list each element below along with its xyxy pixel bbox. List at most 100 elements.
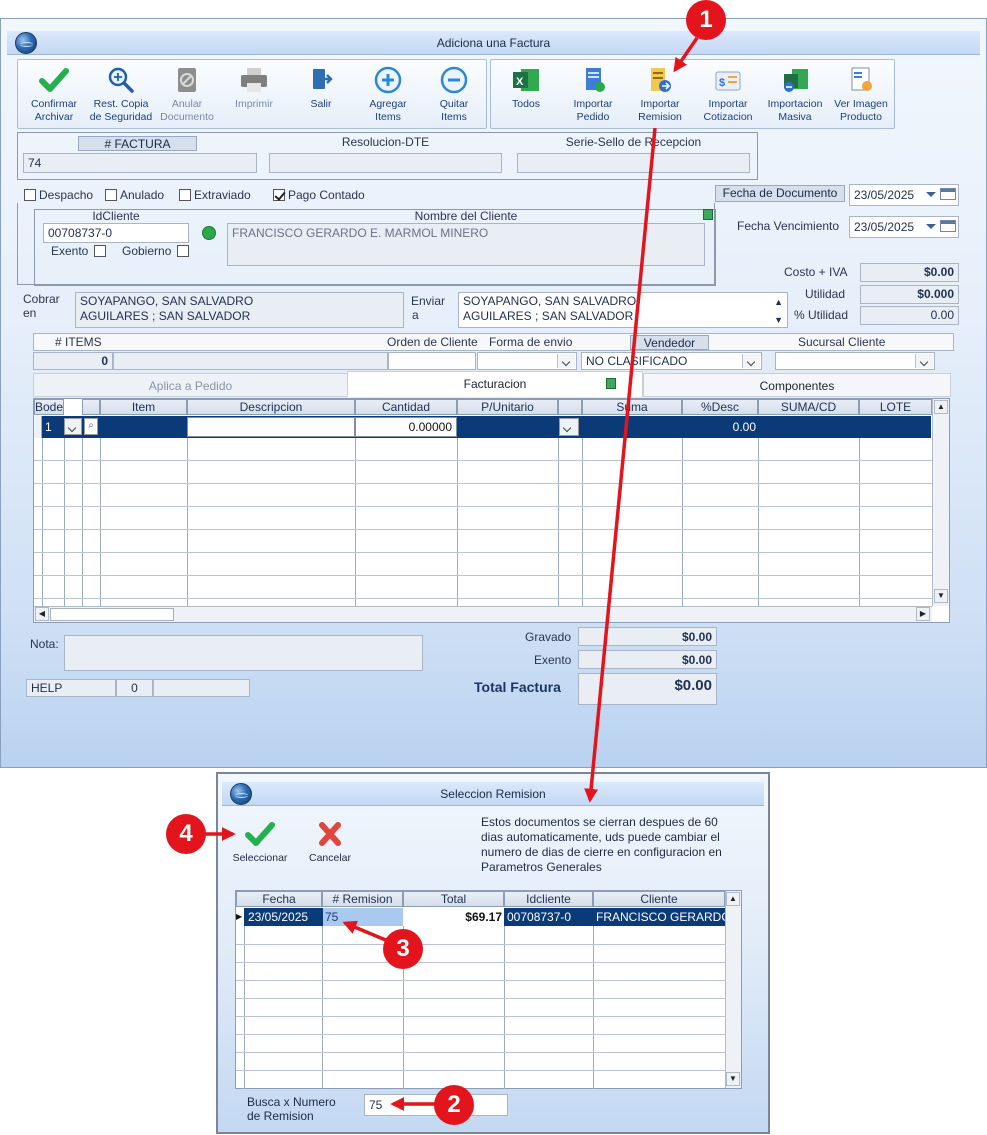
descripcion-input[interactable] — [187, 417, 355, 437]
tab-aplica-pedido[interactable]: Aplica a Pedido — [33, 373, 348, 397]
extraviado-checkbox[interactable]: Extraviado — [179, 188, 251, 202]
exento-check-box[interactable] — [93, 245, 106, 257]
grid-header-remision[interactable]: # Remision — [322, 891, 403, 907]
grid-header-lote[interactable]: LOTE — [859, 399, 932, 415]
imprimir-button[interactable]: Imprimir — [222, 64, 286, 128]
bodega-dropdown[interactable] — [64, 418, 82, 435]
grid-header-cantidad[interactable]: Cantidad — [355, 399, 457, 415]
forma-envio-select[interactable] — [477, 352, 577, 370]
todos-button[interactable]: X Todos — [495, 64, 557, 128]
tab-componentes[interactable]: Componentes — [643, 373, 951, 397]
lookup-icon[interactable]: ⌕ — [84, 418, 98, 435]
salir-button[interactable]: Salir — [290, 64, 352, 128]
anulado-check-box[interactable] — [105, 189, 117, 201]
grid-header-bodega[interactable]: Bodega — [34, 399, 64, 415]
scroll-left-icon[interactable]: ◀ — [35, 607, 49, 621]
confirmar-label-1: Confirmar — [30, 98, 78, 110]
idcliente-field[interactable]: 00708737-0 — [43, 223, 189, 243]
chevron-down-icon[interactable] — [915, 354, 933, 368]
remision-grid-scrollbar[interactable]: ▲ ▼ — [725, 891, 741, 1088]
anular-documento-button[interactable]: Anular Documento — [156, 64, 218, 128]
gobierno-checkbox[interactable]: Gobierno — [122, 244, 192, 258]
grid-header-lookup[interactable] — [82, 399, 100, 415]
grid-header-idcliente[interactable]: Idcliente — [504, 891, 593, 907]
factura-number-field[interactable]: 74 — [23, 153, 257, 173]
fecha-vencimiento-picker[interactable]: 23/05/2025 — [849, 216, 959, 238]
cobrar-en-field[interactable]: SOYAPANGO, SAN SALVADRO AGUILARES ; SAN … — [75, 292, 404, 328]
sucursal-cliente-select[interactable] — [775, 352, 935, 370]
remision-grid[interactable]: Fecha # Remision Total Idcliente Cliente… — [235, 890, 742, 1089]
expand-icon[interactable] — [703, 209, 713, 220]
scroll-down-icon[interactable]: ▼ — [726, 1072, 740, 1086]
grid-header-descripcion[interactable]: Descripcion — [187, 399, 355, 415]
calendar-icon[interactable] — [940, 220, 956, 232]
chevron-down-icon[interactable] — [557, 354, 575, 368]
rest-copia-button[interactable]: Rest. Copia de Seguridad — [86, 64, 156, 128]
row-remision[interactable]: 75 — [323, 908, 403, 926]
items-grid[interactable]: Bodega Item Descripcion Cantidad P/Unita… — [33, 398, 950, 623]
grid-header-item[interactable]: Item — [100, 399, 187, 415]
scroll-up-icon[interactable]: ▲ — [726, 892, 740, 906]
importar-cotizacion-label-1: Importar — [708, 98, 748, 110]
nombre-cliente-field[interactable]: FRANCISCO GERARDO E. MARMOL MINERO — [227, 223, 705, 266]
scroll-down-icon[interactable]: ▼ — [774, 313, 783, 327]
table-row[interactable]: 23/05/2025 75 $69.17 00708737-0 FRANCISC… — [244, 908, 725, 926]
pago-contado-check-box[interactable] — [273, 189, 285, 201]
chevron-down-icon[interactable] — [559, 420, 577, 434]
grid-header-total[interactable]: Total — [403, 891, 504, 907]
importar-pedido-button[interactable]: Importar Pedido — [561, 64, 625, 128]
calendar-icon[interactable] — [940, 188, 956, 200]
enviar-a-field[interactable]: SOYAPANGO, SAN SALVADRO AGUILARES ; SAN … — [458, 292, 788, 328]
expand-icon[interactable] — [606, 378, 616, 389]
table-row[interactable]: 1 ⌕ 0.00000 0.00 — [42, 416, 931, 438]
importar-remision-button[interactable]: Importar Remision — [627, 64, 693, 128]
quitar-items-button[interactable]: Quitar Items — [422, 64, 486, 128]
anulado-checkbox[interactable]: Anulado — [105, 188, 164, 202]
scroll-up-icon[interactable]: ▲ — [774, 295, 783, 310]
importacion-masiva-button[interactable]: Importacion Masiva — [763, 64, 827, 128]
chevron-down-icon[interactable] — [64, 420, 80, 433]
tab-facturacion[interactable]: Facturacion — [347, 371, 643, 397]
resolucion-dte-field[interactable] — [269, 153, 502, 173]
chevron-down-icon[interactable] — [926, 192, 936, 197]
ver-imagen-producto-button[interactable]: Ver Imagen Producto — [829, 64, 893, 128]
anulado-label: Anulado — [120, 188, 165, 202]
grid-header-punitario[interactable]: P/Unitario — [457, 399, 558, 415]
exento-checkbox[interactable]: Exento — [51, 244, 109, 258]
grid-horizontal-scrollbar[interactable]: ◀ ▶ — [34, 606, 932, 622]
punitario-dropdown[interactable] — [559, 418, 579, 436]
grid-header-desc[interactable]: %Desc — [682, 399, 758, 415]
total-factura-field: $0.00 — [578, 673, 717, 705]
scroll-up-icon[interactable]: ▲ — [934, 400, 948, 414]
imprimir-label: Imprimir — [235, 98, 273, 110]
importar-cotizacion-button[interactable]: $ Importar Cotizacion — [693, 64, 763, 128]
grid-header-fecha[interactable]: Fecha — [236, 891, 322, 907]
seleccionar-button[interactable]: Seleccionar — [228, 818, 292, 882]
grid-header-cliente[interactable]: Cliente — [593, 891, 725, 907]
scroll-down-icon[interactable]: ▼ — [934, 589, 948, 603]
fecha-documento-picker[interactable]: 23/05/2025 — [849, 184, 959, 206]
scroll-thumb[interactable] — [50, 608, 174, 621]
pago-contado-checkbox[interactable]: Pago Contado — [273, 188, 365, 202]
vendedor-select[interactable]: NO CLASIFICADO — [581, 352, 762, 370]
cantidad-input[interactable]: 0.00000 — [355, 417, 457, 437]
agregar-items-button[interactable]: Agregar Items — [356, 64, 420, 128]
toolbar-import: X Todos Importar Pedido Importar Remisio… — [490, 59, 895, 129]
extraviado-check-box[interactable] — [179, 189, 191, 201]
serie-sello-field[interactable] — [517, 153, 750, 173]
grid-vertical-scrollbar[interactable]: ▲ ▼ — [932, 399, 949, 606]
despacho-checkbox[interactable]: Despacho — [24, 188, 93, 202]
gobierno-check-box[interactable] — [176, 245, 189, 257]
chevron-down-icon[interactable] — [742, 354, 760, 368]
grid-header-suma[interactable]: Suma — [582, 399, 682, 415]
grid-header-dropdown[interactable] — [558, 399, 582, 415]
despacho-check-box[interactable] — [24, 189, 36, 201]
chevron-down-icon[interactable] — [926, 224, 936, 229]
cancelar-button[interactable]: Cancelar — [298, 818, 362, 882]
scroll-right-icon[interactable]: ▶ — [916, 607, 930, 621]
orden-cliente-field[interactable] — [388, 352, 476, 370]
grid-header-suma-cd[interactable]: SUMA/CD — [758, 399, 859, 415]
confirmar-archivar-button[interactable]: Confirmar Archivar — [22, 64, 86, 128]
validate-client-icon[interactable] — [202, 226, 216, 240]
nota-field[interactable] — [64, 635, 423, 671]
